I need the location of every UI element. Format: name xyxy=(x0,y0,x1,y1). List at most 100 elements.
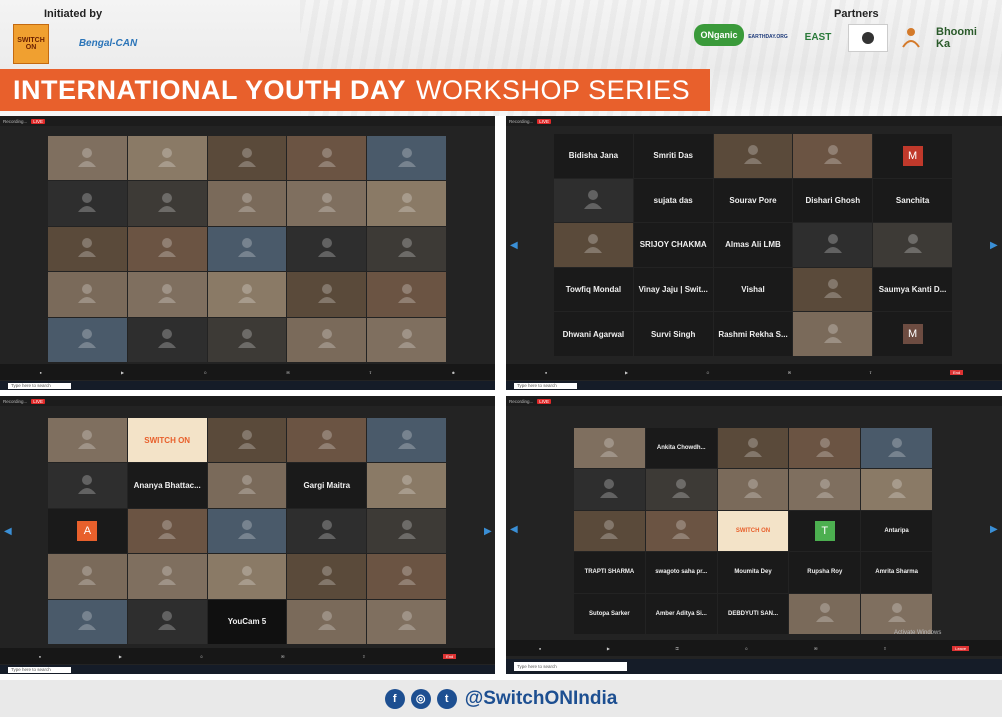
end-button[interactable]: End xyxy=(949,369,964,375)
video-tile[interactable] xyxy=(861,593,932,634)
video-tile[interactable] xyxy=(574,428,645,469)
facebook-icon[interactable]: f xyxy=(384,688,405,709)
video-tile[interactable]: Sutopa Sarker xyxy=(574,593,645,634)
end-button[interactable]: End xyxy=(443,653,457,659)
share-icon[interactable]: ⇧ xyxy=(362,654,365,659)
live-badge[interactable]: LIVE xyxy=(537,398,552,404)
prev-page-arrow-icon[interactable]: ◀ xyxy=(510,524,518,535)
mute-icon[interactable]: ● xyxy=(40,370,42,375)
video-tile[interactable]: A xyxy=(48,508,127,554)
participants-icon[interactable]: ☺ xyxy=(706,370,710,375)
video-tile[interactable]: T xyxy=(789,510,861,552)
video-tile[interactable] xyxy=(287,226,367,272)
video-tile[interactable] xyxy=(793,134,873,178)
chat-icon[interactable]: ✉ xyxy=(281,654,284,659)
video-tile[interactable] xyxy=(48,418,127,463)
instagram-icon[interactable]: ◎ xyxy=(410,688,431,709)
mute-icon[interactable]: ● xyxy=(39,654,41,659)
video-icon[interactable]: ▶ xyxy=(121,370,124,375)
video-tile[interactable] xyxy=(367,181,446,226)
video-tile[interactable] xyxy=(127,226,207,272)
video-tile[interactable] xyxy=(861,469,932,510)
video-tile[interactable] xyxy=(287,136,367,181)
participants-icon[interactable]: ☺ xyxy=(203,370,207,375)
video-tile[interactable] xyxy=(367,272,446,317)
video-tile[interactable]: M xyxy=(873,312,952,356)
video-tile[interactable] xyxy=(48,463,127,508)
video-tile[interactable] xyxy=(793,223,873,267)
video-tile[interactable]: Almas Ali LMB xyxy=(713,223,793,267)
video-tile[interactable]: Gargi Maitra xyxy=(287,463,367,508)
video-tile[interactable] xyxy=(127,508,207,554)
video-tile[interactable] xyxy=(367,554,446,599)
video-tile[interactable] xyxy=(367,317,446,362)
video-tile[interactable]: Bidisha Jana xyxy=(554,134,633,178)
video-tile[interactable]: YouCam 5 xyxy=(207,599,287,644)
social-handle[interactable]: @SwitchONIndia xyxy=(465,688,618,710)
video-tile[interactable] xyxy=(793,312,873,356)
prev-page-arrow-icon[interactable]: ◀ xyxy=(4,526,12,537)
video-tile[interactable] xyxy=(127,181,207,226)
video-tile[interactable] xyxy=(48,136,127,181)
video-tile[interactable] xyxy=(207,317,287,362)
video-tile[interactable]: Towfiq Mondal xyxy=(554,267,633,312)
video-tile[interactable]: Rupsha Roy xyxy=(789,552,861,593)
video-tile[interactable] xyxy=(48,181,127,226)
live-badge[interactable]: LIVE xyxy=(31,118,46,124)
video-tile[interactable]: M xyxy=(873,134,952,178)
video-tile[interactable]: SRIJOY CHAKMA xyxy=(633,223,713,267)
unmute-icon[interactable]: ● xyxy=(539,646,541,651)
video-tile[interactable] xyxy=(367,599,446,644)
video-tile[interactable] xyxy=(367,136,446,181)
video-icon[interactable]: ▶ xyxy=(607,646,610,651)
video-tile[interactable]: Moumita Dey xyxy=(717,552,789,593)
video-tile[interactable] xyxy=(861,428,932,469)
video-tile[interactable] xyxy=(287,599,367,644)
reactions-icon[interactable]: ☻ xyxy=(451,370,455,375)
video-tile[interactable] xyxy=(645,510,717,552)
video-tile[interactable] xyxy=(367,418,446,463)
video-tile[interactable]: Sourav Pore xyxy=(713,178,793,223)
video-tile[interactable]: Smriti Das xyxy=(633,134,713,178)
video-tile[interactable] xyxy=(367,463,446,508)
video-tile[interactable] xyxy=(367,226,446,272)
video-tile[interactable] xyxy=(207,136,287,181)
video-tile[interactable]: DEBDYUTI SAN... xyxy=(717,593,789,634)
video-tile[interactable] xyxy=(48,599,127,644)
taskbar-search[interactable]: Type here to search xyxy=(8,666,71,673)
video-tile[interactable] xyxy=(793,267,873,312)
video-tile[interactable]: swagoto saha pr... xyxy=(645,552,717,593)
meeting-controls[interactable]: ● ▶ ☺ ✉ ⇧ End xyxy=(506,364,1002,380)
video-tile[interactable] xyxy=(554,178,633,223)
video-tile[interactable]: Amber Aditya Si... xyxy=(645,593,717,634)
chat-icon[interactable]: ✉ xyxy=(286,370,289,375)
video-tile[interactable] xyxy=(287,418,367,463)
video-tile[interactable]: sujata das xyxy=(633,178,713,223)
taskbar-search[interactable]: Type here to search xyxy=(8,382,71,389)
video-tile[interactable] xyxy=(789,428,861,469)
share-icon[interactable]: ⇧ xyxy=(369,370,372,375)
video-tile[interactable] xyxy=(207,272,287,317)
video-tile[interactable] xyxy=(645,469,717,510)
security-icon[interactable]: ⚿ xyxy=(676,646,679,651)
video-tile[interactable] xyxy=(207,508,287,554)
chat-icon[interactable]: ✉ xyxy=(788,370,791,375)
video-tile[interactable] xyxy=(48,317,127,362)
video-tile[interactable]: SWITCH ON xyxy=(717,510,789,552)
chat-icon[interactable]: ✉ xyxy=(814,646,817,651)
video-tile[interactable] xyxy=(287,272,367,317)
participants-icon[interactable]: ☺ xyxy=(199,654,203,659)
video-tile[interactable]: Dhwani Agarwal xyxy=(554,312,633,356)
video-tile[interactable]: Ankita Chowdh... xyxy=(645,428,717,469)
video-tile[interactable]: Vinay Jaju | Swit... xyxy=(633,267,713,312)
video-tile[interactable] xyxy=(48,226,127,272)
video-tile[interactable] xyxy=(713,134,793,178)
video-tile[interactable] xyxy=(367,508,446,554)
video-tile[interactable]: Saumya Kanti D... xyxy=(873,267,952,312)
video-tile[interactable]: SWITCH ON xyxy=(127,418,207,463)
share-icon[interactable]: ⇧ xyxy=(883,646,886,651)
video-tile[interactable] xyxy=(207,418,287,463)
video-tile[interactable] xyxy=(717,469,789,510)
video-tile[interactable]: Sanchita xyxy=(873,178,952,223)
live-badge[interactable]: LIVE xyxy=(537,118,552,124)
